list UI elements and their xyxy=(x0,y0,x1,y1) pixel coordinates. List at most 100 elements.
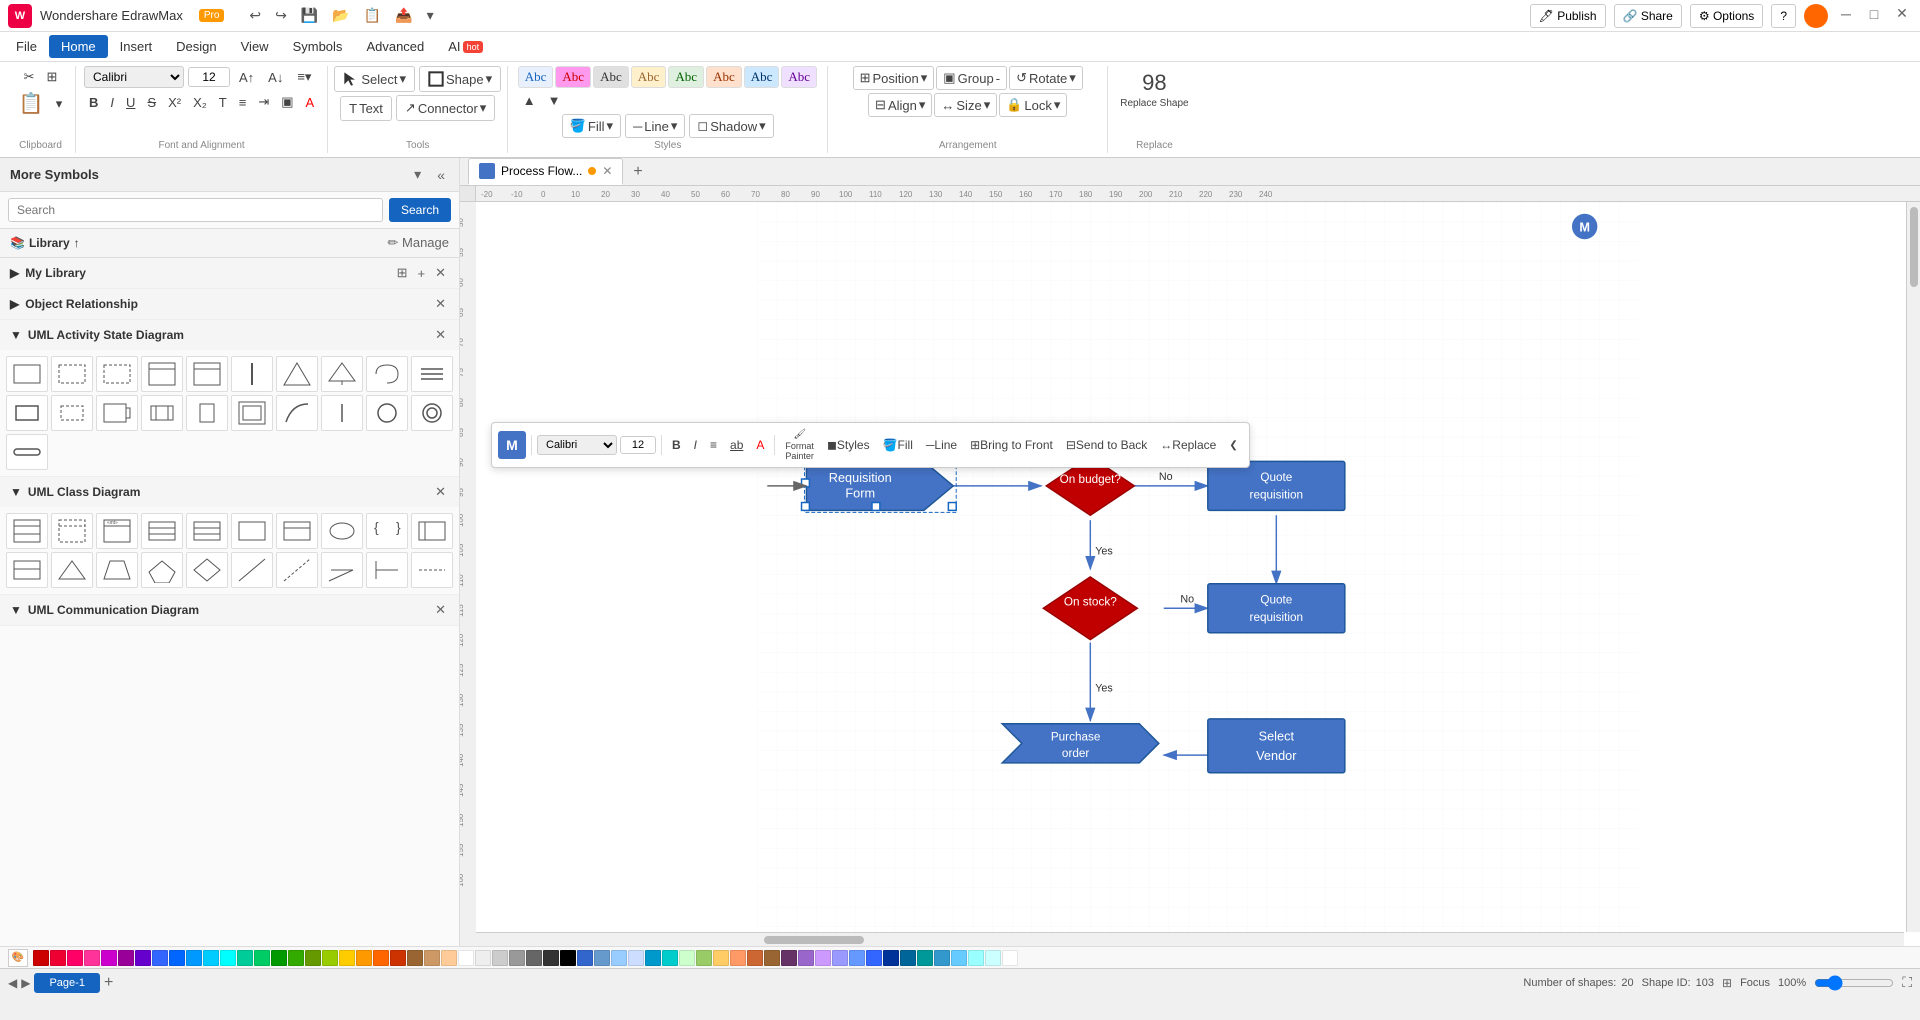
color-swatch[interactable] xyxy=(67,950,83,966)
color-swatch[interactable] xyxy=(713,950,729,966)
shape-item[interactable] xyxy=(51,552,93,588)
color-swatch[interactable] xyxy=(220,950,236,966)
group-button[interactable]: ▣Group - xyxy=(936,66,1007,90)
styles-more-down[interactable]: ▼ xyxy=(543,90,566,111)
color-picker-icon[interactable]: 🎨 xyxy=(8,949,28,967)
shape-item[interactable] xyxy=(411,552,453,588)
line-button[interactable]: ─ Line ▾ xyxy=(625,114,685,138)
color-swatch[interactable] xyxy=(101,950,117,966)
menu-symbols[interactable]: Symbols xyxy=(281,35,355,58)
shape-quote-req2[interactable]: Quote requisition xyxy=(1208,584,1345,633)
close-button[interactable]: ✕ xyxy=(1892,4,1912,24)
fullscreen-button[interactable]: ⛶ xyxy=(1902,974,1912,991)
shape-tool-button[interactable]: Shape ▾ xyxy=(419,66,501,92)
color-swatch[interactable] xyxy=(645,950,661,966)
menu-design[interactable]: Design xyxy=(164,35,228,58)
color-swatch[interactable] xyxy=(509,950,525,966)
color-swatch[interactable] xyxy=(390,950,406,966)
strikethrough-button[interactable]: S xyxy=(142,92,161,113)
color-swatch[interactable] xyxy=(339,950,355,966)
shape-item[interactable] xyxy=(276,513,318,549)
shape-item[interactable] xyxy=(186,356,228,392)
color-swatch[interactable] xyxy=(832,950,848,966)
help-button[interactable]: ? xyxy=(1771,4,1796,28)
list-button[interactable]: ≡ xyxy=(234,92,252,113)
color-swatch[interactable] xyxy=(968,950,984,966)
color-swatch[interactable] xyxy=(560,950,576,966)
menu-home[interactable]: Home xyxy=(49,35,108,58)
indent-button[interactable]: ⇥ xyxy=(253,91,274,113)
shape-item[interactable] xyxy=(276,395,318,431)
h-scroll-thumb[interactable] xyxy=(764,936,864,944)
float-line[interactable]: ─ Line xyxy=(921,435,962,455)
copy-button[interactable]: ⊞ xyxy=(42,66,63,88)
color-swatch[interactable] xyxy=(458,950,474,966)
font-size-input[interactable] xyxy=(188,67,230,87)
options-button[interactable]: ⚙ Options xyxy=(1690,4,1763,28)
color-swatch[interactable] xyxy=(424,950,440,966)
styles-more-up[interactable]: ▲ xyxy=(518,90,541,111)
zoom-slider[interactable] xyxy=(1814,975,1894,991)
white-canvas[interactable]: M Calibri B I ≡ ab A xyxy=(476,202,1920,946)
maximize-button[interactable]: □ xyxy=(1864,4,1884,24)
my-library-header[interactable]: ▶ My Library ⊞ + ✕ xyxy=(0,258,459,288)
shape-item[interactable] xyxy=(51,356,93,392)
shape-item[interactable] xyxy=(366,356,408,392)
subscript-button[interactable]: X₂ xyxy=(188,92,212,113)
lock-button[interactable]: 🔒Lock▾ xyxy=(999,93,1067,117)
color-swatch[interactable] xyxy=(33,950,49,966)
paste-button[interactable]: 📋 xyxy=(14,88,49,119)
color-swatch[interactable] xyxy=(1002,950,1018,966)
shape-item[interactable] xyxy=(411,513,453,549)
connector-tool-button[interactable]: ↗ Connector ▾ xyxy=(396,95,495,121)
color-swatch[interactable] xyxy=(526,950,542,966)
style-abc-1[interactable]: Abc xyxy=(518,66,554,88)
float-send-back[interactable]: ⊟ Send to Back xyxy=(1061,435,1152,455)
style-abc-7[interactable]: Abc xyxy=(744,66,780,88)
uml-activity-header[interactable]: ▼ UML Activity State Diagram ✕ xyxy=(0,320,459,350)
color-swatch[interactable] xyxy=(764,950,780,966)
shadow-button[interactable]: ◻ Shadow ▾ xyxy=(689,114,773,138)
add-page-button[interactable]: + xyxy=(104,974,113,992)
color-swatch[interactable] xyxy=(815,950,831,966)
float-styles[interactable]: ◼ Styles xyxy=(822,435,875,455)
page-nav-left[interactable]: ◀ xyxy=(8,976,17,990)
shape-item[interactable] xyxy=(141,552,183,588)
shape-item[interactable]: {} xyxy=(366,513,408,549)
color-swatch[interactable] xyxy=(849,950,865,966)
shape-item[interactable] xyxy=(321,552,363,588)
color-swatch[interactable] xyxy=(407,950,423,966)
shape-select-vendor[interactable]: Select Vendor xyxy=(1208,719,1345,773)
color-swatch[interactable] xyxy=(917,950,933,966)
float-underline[interactable]: ab xyxy=(725,435,748,455)
color-swatch[interactable] xyxy=(781,950,797,966)
shape-item[interactable] xyxy=(231,395,273,431)
shape-item[interactable] xyxy=(6,434,48,470)
shape-item[interactable] xyxy=(6,395,48,431)
search-button[interactable]: Search xyxy=(389,198,451,222)
shape-item[interactable] xyxy=(321,513,363,549)
template-button[interactable]: 📋 xyxy=(359,5,386,26)
shape-item[interactable]: «int» xyxy=(96,513,138,549)
shape-item[interactable] xyxy=(96,356,138,392)
my-library-close[interactable]: ✕ xyxy=(432,264,449,282)
color-swatch[interactable] xyxy=(322,950,338,966)
color-swatch[interactable] xyxy=(118,950,134,966)
flowchart-svg[interactable]: No Yes No Yes xyxy=(476,202,1920,946)
shape-quote-req1[interactable]: Quote requisition xyxy=(1208,461,1345,510)
color-swatch[interactable] xyxy=(169,950,185,966)
color-swatch[interactable] xyxy=(628,950,644,966)
font-color[interactable]: A xyxy=(301,92,320,113)
shape-item[interactable] xyxy=(231,513,273,549)
color-swatch[interactable] xyxy=(747,950,763,966)
cut-button[interactable]: ✂ xyxy=(19,66,40,88)
paste-options[interactable]: ▾ xyxy=(51,93,68,115)
style-abc-2[interactable]: Abc xyxy=(555,66,591,88)
style-abc-5[interactable]: Abc xyxy=(668,66,704,88)
uml-comm-close[interactable]: ✕ xyxy=(432,601,449,619)
float-align[interactable]: ≡ xyxy=(705,435,722,455)
drawing-canvas[interactable]: M Calibri B I ≡ ab A xyxy=(476,202,1920,946)
italic-button[interactable]: I xyxy=(105,92,119,113)
my-library-grid[interactable]: ⊞ xyxy=(394,264,411,282)
my-library-add[interactable]: + xyxy=(415,264,429,282)
